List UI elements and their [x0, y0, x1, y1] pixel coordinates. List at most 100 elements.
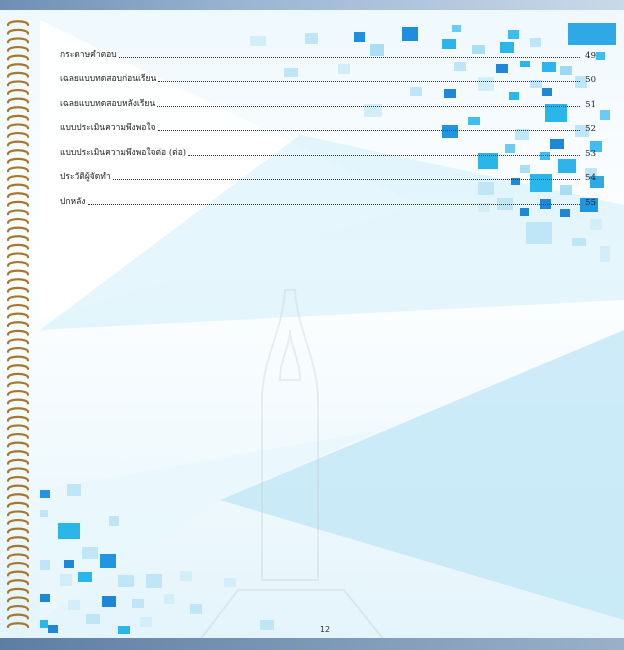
binding-coil — [6, 174, 30, 181]
binding-coil — [6, 45, 30, 52]
binding-coil — [6, 372, 30, 379]
binding-coil — [6, 80, 30, 87]
toc-entry-title: เฉลยแบบทดสอบก่อนเรียน — [60, 74, 157, 84]
toc-leader — [157, 105, 580, 107]
binding-coil — [6, 355, 30, 362]
toc-entry-title: แบบประเมินความพึงพอใจต่อ (ต่อ) — [60, 147, 187, 158]
binding-coil — [6, 458, 30, 465]
binding-coil — [6, 114, 30, 121]
binding-coil — [6, 613, 30, 620]
binding-coil — [6, 63, 30, 70]
binding-coil — [6, 518, 30, 525]
toc-entry-page: 50 — [585, 75, 596, 85]
binding-coil — [6, 183, 30, 190]
binding-coil — [6, 467, 30, 474]
binding-coil — [6, 570, 30, 577]
binding-coil — [6, 192, 30, 199]
binding-coil — [6, 415, 30, 422]
binding-coil — [6, 510, 30, 517]
toc-leader — [157, 129, 580, 131]
binding-coil — [6, 243, 30, 250]
toc-entry: เฉลยแบบทดสอบหลังเรียน 51 — [60, 85, 596, 110]
binding-coil — [6, 28, 30, 35]
spiral-binding — [6, 20, 30, 629]
binding-coil — [6, 303, 30, 310]
binding-coil — [6, 157, 30, 164]
binding-coil — [6, 561, 30, 568]
binding-coil — [6, 527, 30, 534]
binding-coil — [6, 226, 30, 233]
binding-coil — [6, 37, 30, 44]
toc-entry-title: ปกหลัง — [60, 196, 86, 207]
binding-coil — [6, 329, 30, 336]
binding-coil — [6, 140, 30, 147]
toc-entry-title: ประวัติผู้จัดทำ — [60, 172, 111, 182]
toc-entry-title: แบบประเมินความพึงพอใจ — [60, 123, 156, 133]
binding-coil — [6, 217, 30, 224]
bottom-border — [0, 638, 624, 650]
binding-coil — [6, 338, 30, 345]
binding-coil — [6, 88, 30, 95]
binding-coil — [6, 501, 30, 508]
binding-coil — [6, 484, 30, 491]
page-number: 12 — [319, 625, 331, 634]
binding-coil — [6, 553, 30, 560]
binding-coil — [6, 20, 30, 27]
toc-leader — [87, 203, 580, 205]
toc-entry: ประวัติผู้จัดทำ 54 — [60, 159, 596, 183]
binding-coil — [6, 441, 30, 448]
toc-entry-page: 52 — [585, 124, 596, 134]
toc-entry-title: กระดาษคำตอบ — [60, 49, 117, 60]
document-page: กระดาษคำตอบ 49 เฉลยแบบทดสอบก่อนเรียน 50 … — [0, 0, 624, 650]
binding-coil — [6, 579, 30, 586]
binding-coil — [6, 398, 30, 405]
binding-coil — [6, 200, 30, 207]
binding-coil — [6, 604, 30, 611]
binding-coil — [6, 71, 30, 78]
binding-coil — [6, 381, 30, 388]
toc-leader — [188, 154, 580, 156]
binding-coil — [6, 424, 30, 431]
binding-coil — [6, 321, 30, 328]
binding-coil — [6, 149, 30, 156]
binding-coil — [6, 209, 30, 216]
toc-entry: แบบประเมินความพึงพอใจต่อ (ต่อ) 53 — [60, 134, 596, 159]
binding-coil — [6, 286, 30, 293]
toc-entry: ปกหลัง 55 — [60, 183, 596, 208]
binding-coil — [6, 278, 30, 285]
toc-entry-page: 53 — [585, 148, 596, 159]
binding-coil — [6, 235, 30, 242]
toc-entry-page: 55 — [585, 197, 596, 208]
binding-coil — [6, 536, 30, 543]
toc-leader — [118, 56, 580, 58]
toc-entry-title: เฉลยแบบทดสอบหลังเรียน — [60, 98, 156, 109]
toc-entry-page: 51 — [585, 99, 596, 110]
toc-entry-page: 54 — [585, 173, 596, 183]
binding-coil — [6, 54, 30, 61]
binding-coil — [6, 432, 30, 439]
binding-coil — [6, 123, 30, 130]
binding-coil — [6, 389, 30, 396]
binding-coil — [6, 269, 30, 276]
binding-coil — [6, 475, 30, 482]
toc-leader — [112, 178, 580, 180]
toc-entry: แบบประเมินความพึงพอใจ 52 — [60, 110, 596, 134]
binding-coil — [6, 106, 30, 113]
binding-coil — [6, 312, 30, 319]
binding-coil — [6, 346, 30, 353]
toc-leader — [158, 80, 580, 82]
toc-entry: กระดาษคำตอบ 49 — [60, 36, 596, 61]
table-of-contents: กระดาษคำตอบ 49 เฉลยแบบทดสอบก่อนเรียน 50 … — [60, 36, 596, 208]
binding-coil — [6, 544, 30, 551]
binding-coil — [6, 493, 30, 500]
binding-coil — [6, 97, 30, 104]
binding-coil — [6, 587, 30, 594]
binding-coil — [6, 450, 30, 457]
binding-coil — [6, 596, 30, 603]
binding-coil — [6, 252, 30, 259]
toc-entry: เฉลยแบบทดสอบก่อนเรียน 50 — [60, 61, 596, 85]
binding-coil — [6, 131, 30, 138]
binding-coil — [6, 364, 30, 371]
binding-coil — [6, 407, 30, 414]
binding-coil — [6, 166, 30, 173]
